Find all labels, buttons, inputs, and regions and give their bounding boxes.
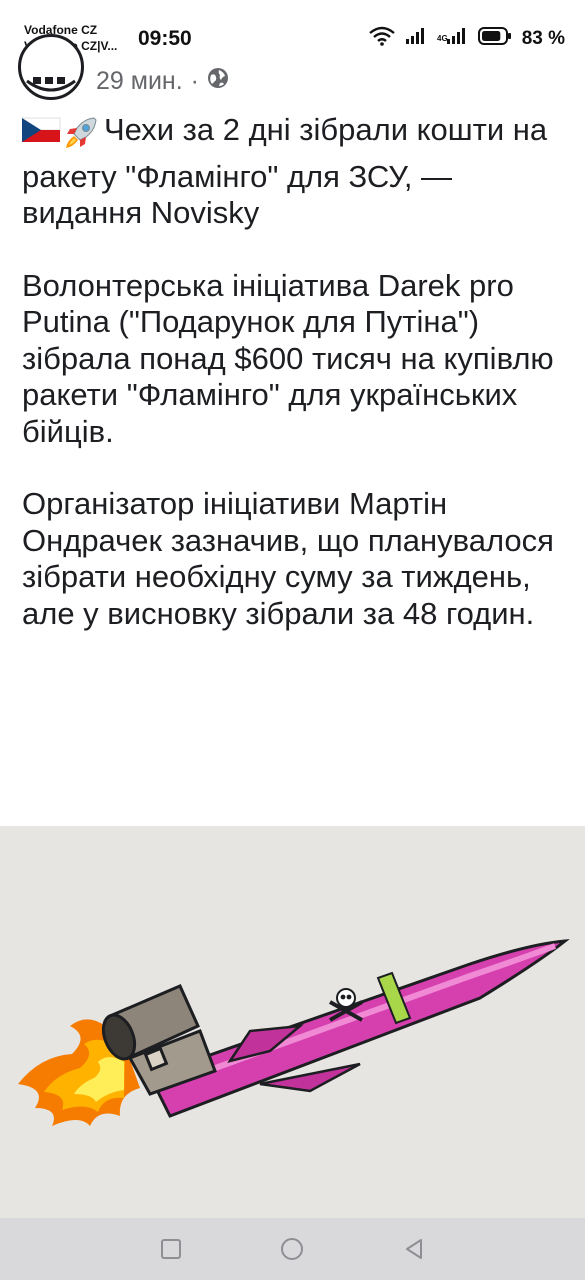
post-paragraph-1: Волонтерська ініціатива Darek pro Putina… <box>22 267 554 449</box>
post-image[interactable] <box>0 826 585 1218</box>
missile-illustration <box>18 939 570 1126</box>
back-button[interactable] <box>394 1229 434 1269</box>
square-icon <box>160 1239 181 1259</box>
wifi-icon <box>369 26 395 51</box>
separator-dot: · <box>190 67 199 95</box>
post-timestamp[interactable]: 29 мин. · <box>96 67 229 96</box>
battery-percent: 83 % <box>521 27 565 49</box>
network-type-label: 4G <box>437 34 448 43</box>
back-triangle-icon <box>406 1239 423 1259</box>
signal-icon-2 <box>446 27 468 50</box>
status-icons: 4G 83 % <box>369 26 565 51</box>
home-button[interactable] <box>272 1229 312 1269</box>
clock: 09:50 <box>138 27 192 50</box>
navigation-bar <box>0 1218 585 1280</box>
signal-icon-1 <box>405 27 427 50</box>
rocket-emoji <box>64 116 98 159</box>
status-bar: Vodafone CZ Vodafone CZ|V... 09:50 4G <box>0 0 585 62</box>
post-header: 29 мин. · <box>0 34 585 100</box>
post-text: Чехи за 2 дні зібрали кошти на ракету "Ф… <box>21 112 570 668</box>
circle-icon <box>281 1238 304 1260</box>
post-headline: Чехи за 2 дні зібрали кошти на ракету "Ф… <box>21 112 570 232</box>
post-paragraph-2: Організатор ініціативи Мартін Ондрачек з… <box>22 486 554 631</box>
battery-icon <box>477 27 512 50</box>
page-avatar[interactable] <box>18 34 84 100</box>
recents-button[interactable] <box>151 1229 191 1269</box>
headline-emojis <box>21 116 98 159</box>
time-ago: 29 мин. <box>96 67 183 95</box>
headline-text: Чехи за 2 дні зібрали кошти на ракету "Ф… <box>22 112 548 230</box>
globe-icon <box>207 67 229 96</box>
czech-flag-emoji <box>21 116 62 159</box>
